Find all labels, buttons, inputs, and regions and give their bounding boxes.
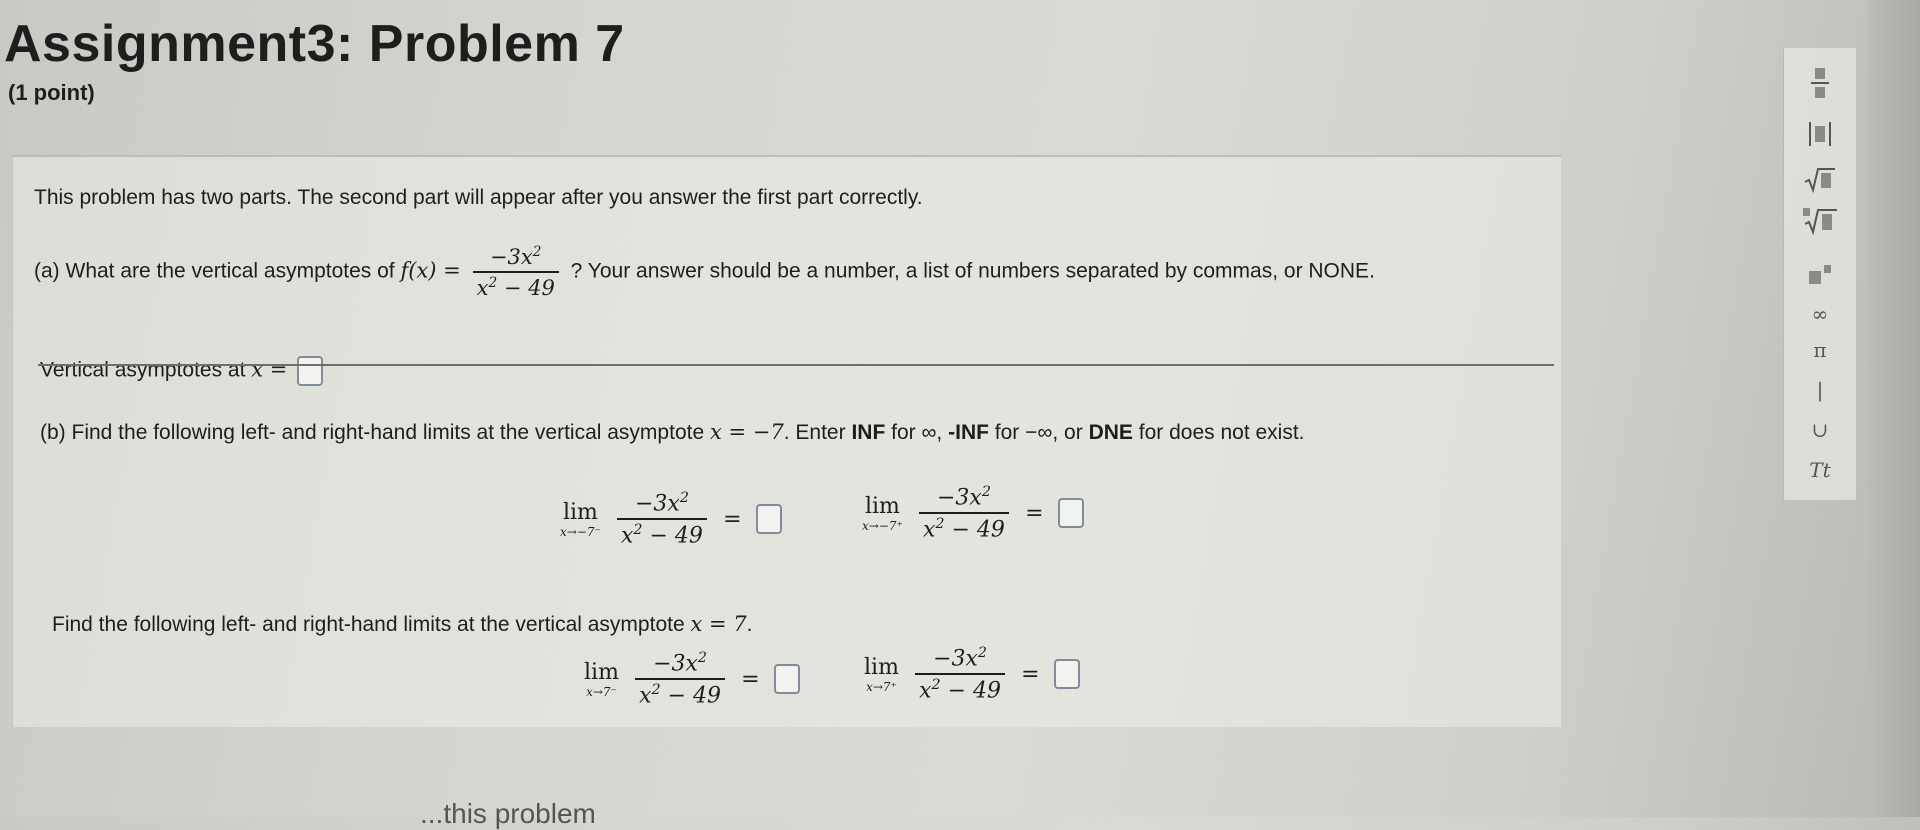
- inf-keyword: INF: [851, 421, 886, 444]
- limit-fraction: −3x2 x2 − 49: [915, 645, 1006, 704]
- part-a-question: (a) What are the vertical asymptotes of …: [34, 244, 1375, 300]
- asymptote-answer-label: Vertical asymptotes at: [40, 358, 246, 382]
- neg-inf-meaning: for −∞, or: [994, 421, 1083, 444]
- asymptote-answer-var: x =: [251, 357, 288, 382]
- limit-left-neg7-input[interactable]: [755, 504, 782, 535]
- limit-left-7-input[interactable]: [773, 664, 800, 695]
- part-separator: [38, 364, 1554, 366]
- part-b-prefix: (b) Find the following left- and right-h…: [40, 421, 705, 444]
- limit-right-7: lim x→7⁺ −3x2 x2 − 49 =: [864, 645, 1080, 704]
- text-mode-icon[interactable]: Tt: [1784, 458, 1856, 482]
- limit-right-neg7-input[interactable]: [1057, 498, 1084, 529]
- asymptote-answer-row: Vertical asymptotes at x =: [40, 356, 324, 386]
- problem-intro: This problem has two parts. The second p…: [34, 186, 923, 209]
- math-toolbar: ∞ π | ∪ Tt: [1783, 48, 1856, 500]
- limit-fraction: −3x2 x2 − 49: [918, 484, 1009, 543]
- lim-operator: lim x→7⁺: [864, 654, 899, 694]
- fraction-denominator: x2 − 49: [476, 275, 555, 300]
- lim-operator: lim x→7⁻: [584, 659, 619, 699]
- inf-meaning: for ∞,: [891, 421, 943, 444]
- asymptote-7: x = 7: [690, 612, 747, 636]
- function-fraction: −3x2 x2 − 49: [472, 244, 559, 300]
- limit-left-neg7: lim x→−7⁻ −3x2 x2 − 49 =: [560, 490, 782, 549]
- page-title: Assignment3: Problem 7: [4, 15, 625, 73]
- dne-keyword: DNE: [1088, 421, 1133, 444]
- function-lhs: f(x) =: [400, 258, 461, 283]
- limit-right-neg7: lim x→−7⁺ −3x2 x2 − 49 =: [862, 484, 1084, 543]
- asymptote-answer-input[interactable]: [297, 356, 324, 386]
- union-icon[interactable]: ∪: [1784, 418, 1856, 442]
- nth-root-icon[interactable]: [1784, 206, 1856, 241]
- lim-operator: lim x→−7⁺: [862, 493, 903, 533]
- limit-fraction: −3x2 x2 − 49: [635, 650, 726, 709]
- part-b-second-question: Find the following left- and right-hand …: [52, 612, 753, 636]
- exponent-icon[interactable]: [1784, 264, 1856, 291]
- limit-left-7: lim x→7⁻ −3x2 x2 − 49 =: [584, 650, 800, 709]
- absolute-value-icon[interactable]: [1784, 120, 1856, 153]
- fraction-icon[interactable]: [1784, 66, 1856, 105]
- part-b-second-prefix: Find the following left- and right-hand …: [52, 613, 685, 636]
- fraction-numerator: −3x2: [472, 244, 559, 273]
- infinity-icon[interactable]: ∞: [1784, 302, 1856, 326]
- part-a-suffix: ? Your answer should be a number, a list…: [570, 259, 1375, 283]
- pipe-icon[interactable]: |: [1784, 378, 1856, 402]
- part-a-prefix: (a) What are the vertical asymptotes of: [34, 259, 395, 283]
- pi-icon[interactable]: π: [1784, 338, 1856, 362]
- neg-inf-keyword: -INF: [948, 421, 989, 444]
- dne-meaning: for does not exist.: [1138, 421, 1305, 444]
- part-b-question: (b) Find the following left- and right-h…: [40, 420, 1305, 445]
- cropped-footer-text: ...this problem: [420, 798, 596, 829]
- screen-edge: [1868, 0, 1920, 817]
- square-root-icon[interactable]: [1784, 166, 1856, 199]
- limit-fraction: −3x2 x2 − 49: [616, 490, 707, 549]
- part-b-enter: . Enter: [783, 421, 846, 444]
- points-label: (1 point): [8, 80, 95, 105]
- asymptote-neg7: x = −7: [709, 420, 784, 444]
- limit-right-7-input[interactable]: [1053, 659, 1080, 690]
- lim-operator: lim x→−7⁻: [560, 499, 601, 539]
